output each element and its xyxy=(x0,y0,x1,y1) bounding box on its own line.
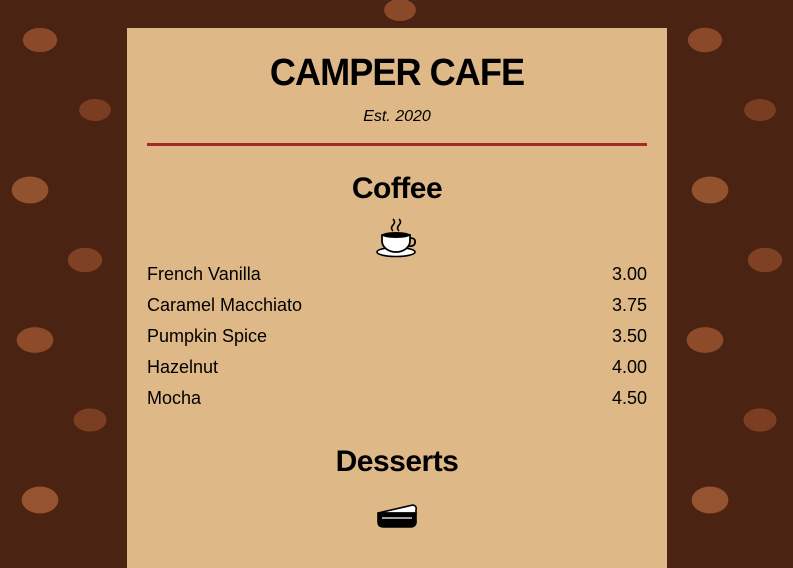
item-name: Caramel Macchiato xyxy=(147,295,303,315)
coffee-heading: Coffee xyxy=(351,172,443,205)
item-price: 3.75 xyxy=(611,295,647,315)
item-name: Pumpkin Spice xyxy=(147,326,268,346)
menu-item: Hazelnut 4.00 xyxy=(147,352,647,383)
menu-item: French Vanilla 3.00 xyxy=(147,259,647,290)
menu-card: CAMPER CAFE Est. 2020 Coffee French Vani… xyxy=(127,28,667,568)
established-text: Est. 2020 xyxy=(363,108,431,125)
menu-item: Mocha 4.50 xyxy=(147,383,647,414)
item-name: Mocha xyxy=(147,388,202,408)
menu-item: Caramel Macchiato 3.75 xyxy=(147,290,647,321)
cafe-name: CAMPER CAFE xyxy=(269,52,525,94)
pie-slice-icon xyxy=(377,504,417,528)
item-name: French Vanilla xyxy=(147,264,261,284)
desserts-section: Desserts xyxy=(147,447,647,531)
item-price: 4.00 xyxy=(611,357,647,377)
item-price: 4.50 xyxy=(611,388,647,408)
item-price: 3.50 xyxy=(611,326,647,346)
coffee-cup-icon xyxy=(376,218,417,258)
header-divider xyxy=(147,143,647,146)
coffee-section: Coffee French Vanilla 3.00 Caramel Macch… xyxy=(147,174,647,414)
item-name: Hazelnut xyxy=(147,357,219,377)
item-price: 3.00 xyxy=(611,264,647,284)
coffee-items: French Vanilla 3.00 Caramel Macchiato 3.… xyxy=(147,259,647,414)
desserts-heading: Desserts xyxy=(335,445,459,478)
menu-item: Pumpkin Spice 3.50 xyxy=(147,321,647,352)
